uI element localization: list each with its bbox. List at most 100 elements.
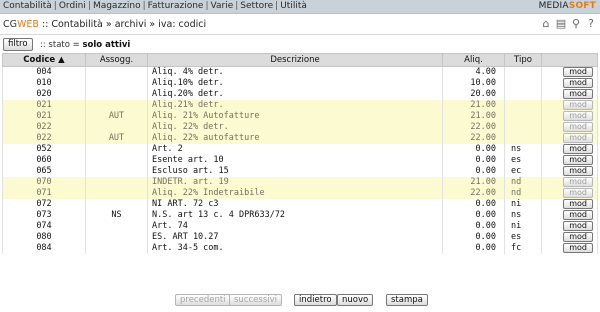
menu-magazzino[interactable]: Magazzino [93, 1, 141, 11]
menu-varie[interactable]: Varie [211, 1, 234, 11]
modify-button[interactable]: mod [563, 243, 593, 253]
app-name-web: WEB [17, 19, 39, 30]
table-row: 022 Aliq. 22% detr. 22.00 mod [2, 121, 598, 133]
modify-button[interactable]: mod [563, 89, 593, 99]
cell-tipo: ns [504, 209, 542, 221]
table-body: 004 Aliq. 4% detr. 4.00 mod 010 Aliq.10% detr… [2, 66, 598, 254]
column-header-assogg[interactable]: Assogg. [85, 53, 148, 67]
cell-tipo [504, 77, 542, 89]
cell-codice: 070 [2, 176, 86, 188]
modify-button[interactable]: mod [563, 188, 593, 198]
modify-button[interactable]: mod [563, 111, 593, 121]
cell-assogg: AUT [85, 132, 148, 144]
home-icon[interactable]: ⌂ [540, 18, 552, 30]
modify-button[interactable]: mod [563, 133, 593, 143]
cell-aliq: 0.00 [442, 143, 505, 155]
app-name-cg: CG [3, 19, 17, 30]
cell-tipo [504, 110, 542, 122]
cell-aliq: 22.00 [442, 132, 505, 144]
cell-codice: 072 [2, 198, 86, 210]
cell-descrizione: INDETR. art. 19 [147, 176, 443, 188]
cell-tipo [504, 121, 542, 133]
menu-contabilita[interactable]: Contabilità [3, 1, 52, 11]
table-row: 021 Aliq.21% detr. 21.00 mod [2, 99, 598, 111]
printer-icon[interactable]: ▤ [555, 18, 567, 30]
cell-assogg [85, 77, 148, 89]
previous-page-button[interactable]: precedenti [175, 294, 231, 306]
cell-aliq: 4.00 [442, 66, 505, 78]
menu-utilita[interactable]: Utilità [280, 1, 307, 11]
modify-button[interactable]: mod [563, 100, 593, 110]
cell-aliq: 0.00 [442, 198, 505, 210]
cell-assogg: NS [85, 209, 148, 221]
table-row: 010 Aliq.10% detr. 10.00 mod [2, 77, 598, 89]
table-row: 022 AUT Aliq. 22% autofatture 22.00 mod [2, 132, 598, 144]
modify-button[interactable]: mod [563, 155, 593, 165]
modify-button[interactable]: mod [563, 210, 593, 220]
cell-codice: 022 [2, 132, 86, 144]
cell-actions: mod [541, 110, 598, 122]
cell-codice: 004 [2, 66, 86, 78]
filter-button[interactable]: filtro [3, 38, 33, 51]
modify-button[interactable]: mod [563, 221, 593, 231]
table-row: 072 NI ART. 72 c3 0.00 ni mod [2, 198, 598, 210]
cell-aliq: 21.00 [442, 110, 505, 122]
cell-actions: mod [541, 187, 598, 199]
cell-descrizione: Aliq.10% detr. [147, 77, 443, 89]
cell-descrizione: Aliq. 21% Autofatture [147, 110, 443, 122]
table-row: 070 INDETR. art. 19 21.00 nd mod [2, 176, 598, 188]
cell-aliq: 0.00 [442, 154, 505, 166]
modify-button[interactable]: mod [563, 122, 593, 132]
breadcrumb: CGWEB :: Contabilità » archivi » iva: co… [3, 19, 206, 30]
cell-actions: mod [541, 209, 598, 221]
cell-descrizione: Art. 74 [147, 220, 443, 232]
cell-codice: 074 [2, 220, 86, 232]
back-button[interactable]: indietro [294, 294, 337, 306]
cell-codice: 073 [2, 209, 86, 221]
menu-ordini[interactable]: Ordini [59, 1, 86, 11]
modify-button[interactable]: mod [563, 177, 593, 187]
table-row: 004 Aliq. 4% detr. 4.00 mod [2, 66, 598, 78]
cell-actions: mod [541, 242, 598, 254]
column-header-codice[interactable]: Codice ▲ [2, 53, 86, 67]
modify-button[interactable]: mod [563, 166, 593, 176]
print-button[interactable]: stampa [386, 294, 428, 306]
menu-settore[interactable]: Settore [240, 1, 273, 11]
cell-aliq: 0.00 [442, 242, 505, 254]
cell-assogg [85, 231, 148, 243]
column-header-aliq[interactable]: Aliq. [442, 53, 505, 67]
modify-button[interactable]: mod [563, 232, 593, 242]
cell-actions: mod [541, 154, 598, 166]
new-button[interactable]: nuovo [337, 294, 374, 306]
table-row: 073 NS N.S. art 13 c. 4 DPR633/72 0.00 ns mod [2, 209, 598, 221]
cell-actions: mod [541, 77, 598, 89]
cell-assogg [85, 99, 148, 111]
modify-button[interactable]: mod [563, 144, 593, 154]
modify-button[interactable]: mod [563, 199, 593, 209]
table-row: 071 Aliq. 22% Indetraibile 22.00 nd mod [2, 187, 598, 199]
cell-actions: mod [541, 220, 598, 232]
column-header-descrizione[interactable]: Descrizione [147, 53, 443, 67]
search-icon[interactable]: ⚲ [570, 18, 582, 30]
help-icon[interactable]: ? [585, 18, 597, 30]
cell-tipo [504, 66, 542, 78]
column-header-tipo[interactable]: Tipo [504, 53, 542, 67]
modify-button[interactable]: mod [563, 78, 593, 88]
cell-descrizione: Aliq. 4% detr. [147, 66, 443, 78]
iva-codes-table: Codice ▲ Assogg. Descrizione Aliq. Tipo … [2, 53, 598, 254]
modify-button[interactable]: mod [563, 67, 593, 78]
cell-actions: mod [541, 66, 598, 78]
next-page-button[interactable]: successivi [229, 294, 283, 306]
breadcrumb-path: :: Contabilità » archivi » iva: codici [38, 19, 207, 30]
menu-fatturazione[interactable]: Fatturazione [148, 1, 204, 11]
cell-assogg: AUT [85, 110, 148, 122]
table-row: 052 Art. 2 0.00 ns mod [2, 143, 598, 155]
table-row: 060 Esente art. 10 0.00 es mod [2, 154, 598, 166]
cell-descrizione: Esente art. 10 [147, 154, 443, 166]
cell-codice: 065 [2, 165, 86, 177]
cell-codice: 020 [2, 88, 86, 100]
cell-assogg [85, 121, 148, 133]
cell-tipo: ni [504, 220, 542, 232]
cell-tipo [504, 88, 542, 100]
toolbar-icons: ⌂ ▤ ⚲ ? [540, 18, 597, 30]
